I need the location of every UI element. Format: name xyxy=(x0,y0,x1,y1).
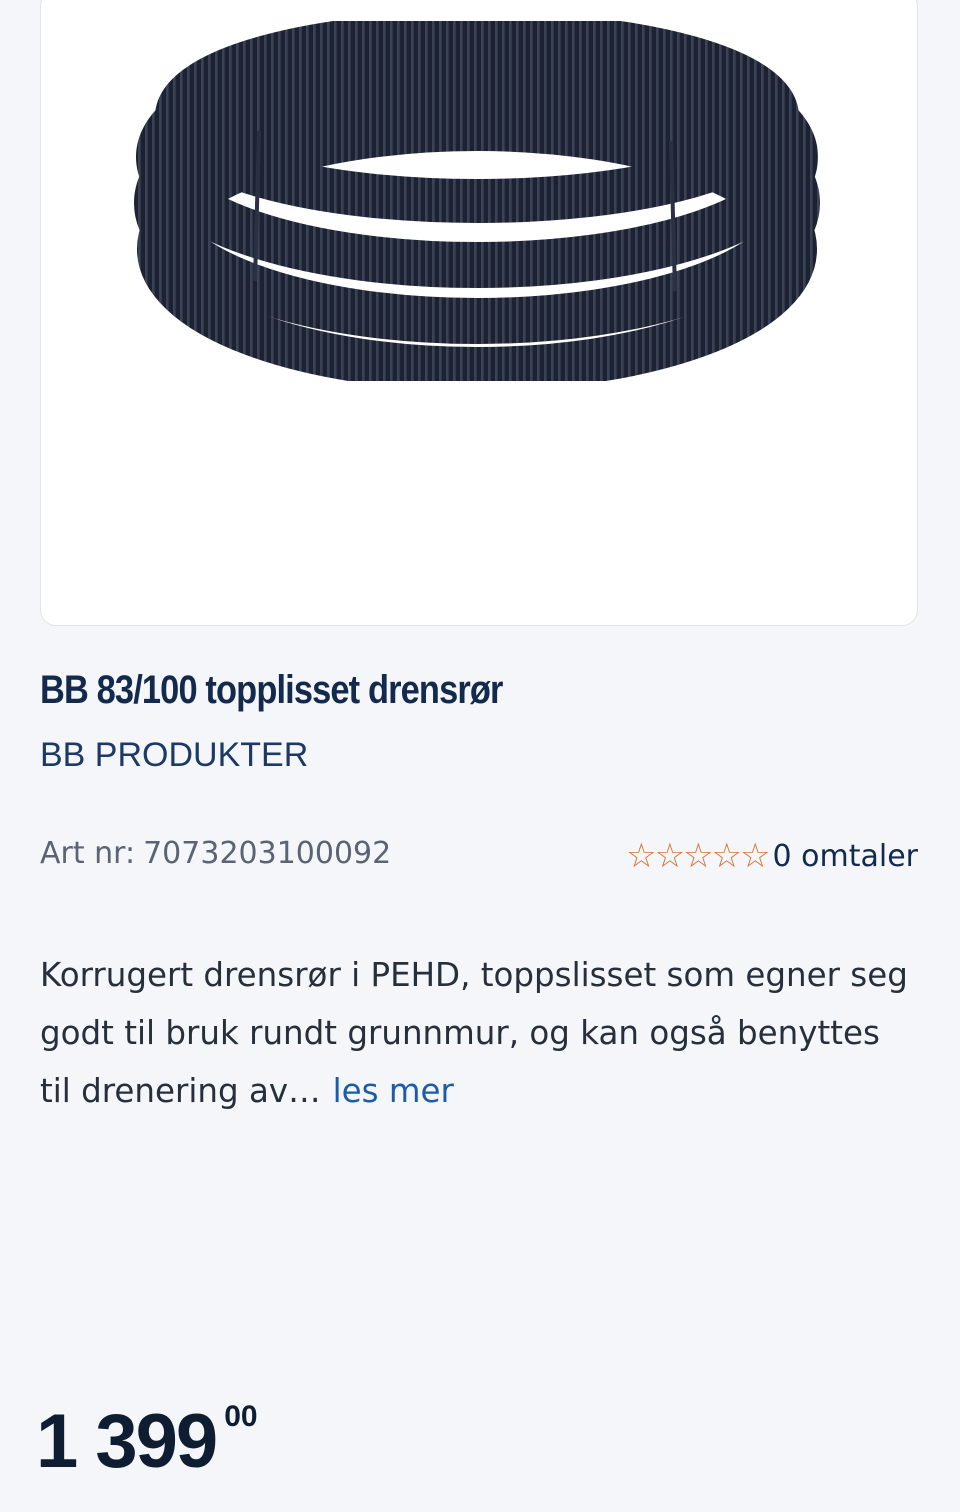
product-title: BB 83/100 topplisset drensrør xyxy=(40,668,503,712)
star-outline-icon: ☆ xyxy=(711,836,743,876)
star-outline-icon: ☆ xyxy=(740,836,771,876)
product-image-card[interactable] xyxy=(40,0,918,626)
star-outline-icon: ☆ xyxy=(654,836,686,876)
price-major: 1 399 xyxy=(36,1399,218,1484)
drain-pipe-image xyxy=(134,21,820,381)
product-description: Korrugert drensrør i PEHD, toppslisset s… xyxy=(40,946,920,1120)
read-more-link[interactable]: les mer xyxy=(333,1072,454,1110)
reviews-count: 0 omtaler xyxy=(772,838,918,874)
product-brand[interactable]: BB PRODUKTER xyxy=(40,736,308,775)
product-price: 1 399 00 xyxy=(36,1398,258,1485)
price-minor: 00 xyxy=(224,1400,258,1433)
rating-stars: ☆ ☆ ☆ ☆ ☆ xyxy=(626,836,771,876)
article-number-label: Art nr: xyxy=(40,836,136,871)
rating-summary[interactable]: ☆ ☆ ☆ ☆ ☆ 0 omtaler xyxy=(626,838,918,874)
star-outline-icon: ☆ xyxy=(626,836,657,876)
description-text: Korrugert drensrør i PEHD, toppslisset s… xyxy=(40,956,908,1110)
article-number: Art nr: 7073203100092 xyxy=(40,836,391,871)
star-outline-icon: ☆ xyxy=(683,836,714,876)
article-number-value: 7073203100092 xyxy=(143,836,392,871)
